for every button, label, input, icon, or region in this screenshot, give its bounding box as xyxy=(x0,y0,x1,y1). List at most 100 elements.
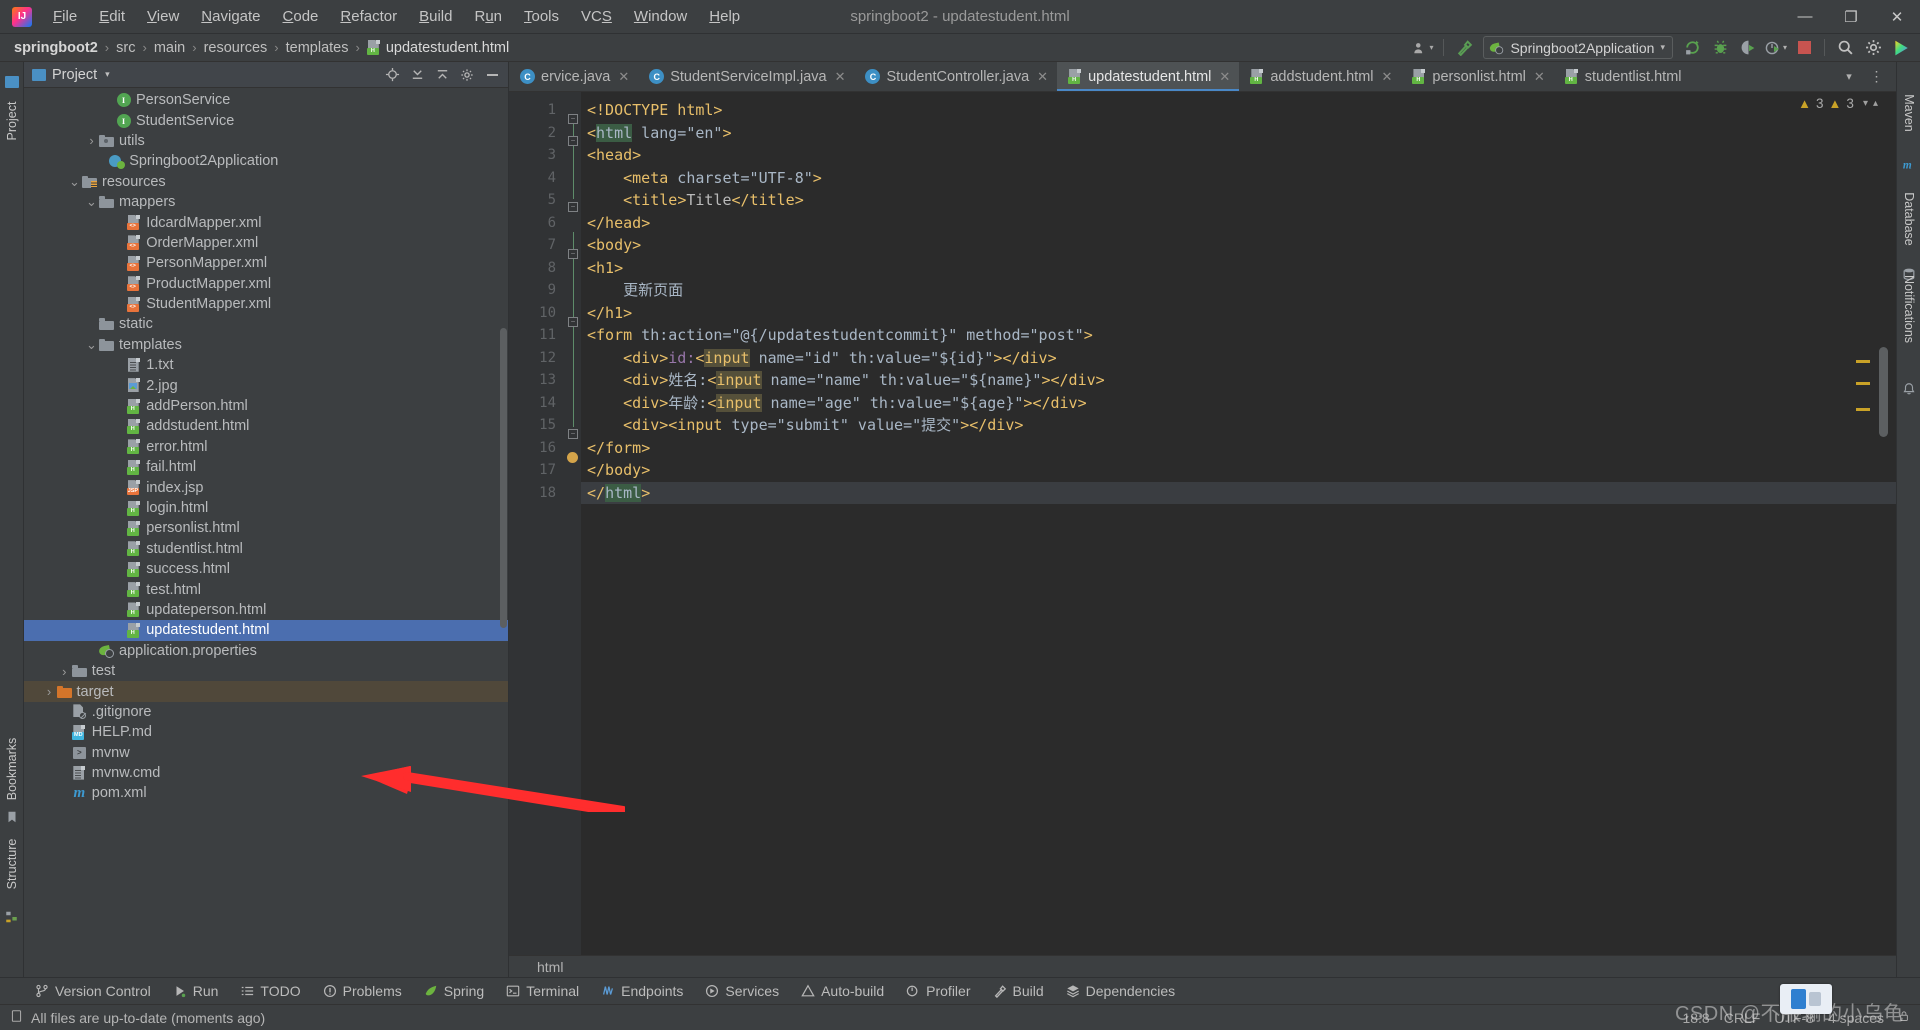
maximize-button[interactable]: ❐ xyxy=(1828,0,1874,33)
close-tab-icon[interactable]: ✕ xyxy=(1534,69,1545,85)
tree-node-resources[interactable]: ⌄ resources xyxy=(24,172,508,192)
tool-window-version-control[interactable]: Version Control xyxy=(24,981,162,1001)
editor-tab-updatestudent-html[interactable]: Hupdatestudent.html ✕ xyxy=(1057,62,1240,91)
breadcrumb-item-src[interactable]: src xyxy=(112,38,139,58)
code-line[interactable]: <div>id:<input name="id" th:value="${id}… xyxy=(581,347,1896,370)
tree-node-2-jpg[interactable]: 2.jpg xyxy=(24,375,508,395)
menu-run[interactable]: Run xyxy=(463,4,513,30)
code-folding-gutter[interactable]: − − − − − − xyxy=(565,92,581,955)
tree-node-error-html[interactable]: Herror.html xyxy=(24,437,508,457)
tree-node-updatestudent-html[interactable]: Hupdatestudent.html xyxy=(24,620,508,641)
breadcrumb-item-main[interactable]: main xyxy=(150,38,189,58)
lock-icon[interactable] xyxy=(1898,1009,1910,1026)
profiler-icon[interactable]: ▾ xyxy=(1763,36,1789,60)
tree-node-static[interactable]: static xyxy=(24,314,508,334)
editor-tab-ervice-java[interactable]: Cervice.java ✕ xyxy=(509,62,638,91)
breadcrumb-item-resources[interactable]: resources xyxy=(200,38,272,58)
tree-node-addstudent-html[interactable]: Haddstudent.html xyxy=(24,416,508,436)
code-line[interactable]: </body> xyxy=(581,459,1896,482)
search-icon[interactable] xyxy=(1832,36,1858,60)
close-tab-icon[interactable]: ✕ xyxy=(1382,69,1393,85)
menu-navigate[interactable]: Navigate xyxy=(190,4,271,30)
sidebar-item-maven[interactable]: Maven xyxy=(1902,77,1916,149)
code-line[interactable]: </form> xyxy=(581,437,1896,460)
menu-code[interactable]: Code xyxy=(272,4,330,30)
warning-marker[interactable] xyxy=(1856,360,1870,363)
run-configuration-selector[interactable]: Springboot2Application ▾ xyxy=(1483,36,1673,59)
tree-node-studentlist-html[interactable]: Hstudentlist.html xyxy=(24,539,508,559)
warning-marker[interactable] xyxy=(1856,382,1870,385)
tree-node-mappers[interactable]: ⌄ mappers xyxy=(24,192,508,212)
tool-window-run[interactable]: Run xyxy=(162,981,230,1001)
code-line[interactable]: <div>年龄:<input name="age" th:value="${ag… xyxy=(581,392,1896,415)
editor-tab-personlist-html[interactable]: Hpersonlist.html ✕ xyxy=(1401,62,1553,91)
tree-node-ordermapper-xml[interactable]: <> OrderMapper.xml xyxy=(24,233,508,253)
tree-node-utils[interactable]: › utils xyxy=(24,131,508,151)
fold-marker[interactable]: − xyxy=(568,249,578,259)
chevron-down-icon[interactable]: ▾ xyxy=(1836,65,1862,89)
chevron-down-icon[interactable]: ▾ xyxy=(105,69,110,80)
rerun-icon[interactable] xyxy=(1679,36,1705,60)
breadcrumb-item-file[interactable]: H updatestudent.html xyxy=(363,38,513,58)
chevron-down-icon[interactable]: ⌄ xyxy=(85,194,98,210)
fold-marker[interactable]: − xyxy=(568,202,578,212)
breakpoint-icon[interactable] xyxy=(567,452,578,463)
caret-position[interactable]: 18:8 xyxy=(1682,1010,1709,1026)
minimize-button[interactable]: — xyxy=(1782,0,1828,33)
debug-bug-icon[interactable] xyxy=(1707,36,1733,60)
menu-refactor[interactable]: Refactor xyxy=(329,4,408,30)
ide-assistant-icon[interactable] xyxy=(1888,36,1914,60)
chevron-down-icon[interactable]: ⌄ xyxy=(68,174,81,190)
code-line[interactable]: <meta charset="UTF-8"> xyxy=(581,167,1896,190)
editor-tab-studentcontroller-java[interactable]: C StudentController.java ✕ xyxy=(854,62,1057,91)
tree-node-help-md[interactable]: MD HELP.md xyxy=(24,722,508,742)
tree-node-updateperson-html[interactable]: Hupdateperson.html xyxy=(24,600,508,620)
sidebar-item-notifications[interactable]: Notifications xyxy=(1902,257,1916,361)
code-editor[interactable]: 1 2 3 4 5 6 7 8 9 10 11 12 13 14 15 16 17 18 − − − − − − … xyxy=(509,92,1896,955)
close-tab-icon[interactable]: ✕ xyxy=(835,69,846,85)
collapse-all-icon[interactable] xyxy=(430,64,454,86)
tool-window-problems[interactable]: Problems xyxy=(312,981,413,1001)
sidebar-item-database[interactable]: Database xyxy=(1902,181,1916,257)
code-line[interactable]: <body> xyxy=(581,234,1896,257)
chevron-right-icon[interactable]: › xyxy=(58,664,71,679)
tree-node--gitignore[interactable]: .gitignore xyxy=(24,702,508,722)
sidebar-item-bookmarks[interactable]: Bookmarks xyxy=(5,733,19,805)
tool-window-build[interactable]: Build xyxy=(982,981,1055,1001)
code-line[interactable]: </h1> xyxy=(581,302,1896,325)
code-line[interactable]: <!DOCTYPE html> xyxy=(581,99,1896,122)
close-button[interactable]: ✕ xyxy=(1874,0,1920,33)
tree-node-index-jsp[interactable]: JSP index.jsp xyxy=(24,477,508,497)
tree-node-personmapper-xml[interactable]: <> PersonMapper.xml xyxy=(24,253,508,273)
tree-node-1-txt[interactable]: 1.txt xyxy=(24,355,508,375)
chevron-up-icon[interactable]: ▴ xyxy=(1873,98,1878,109)
editor-scrollbar[interactable] xyxy=(1878,347,1888,437)
sidebar-item-project[interactable]: Project xyxy=(5,85,19,157)
settings-gear-icon[interactable] xyxy=(1860,36,1886,60)
code-line[interactable]: <div>姓名:<input name="name" th:value="${n… xyxy=(581,369,1896,392)
fold-marker[interactable]: − xyxy=(568,429,578,439)
menu-build[interactable]: Build xyxy=(408,4,463,30)
inspection-widget[interactable]: ▲ 3 ▲ 3 ▾ ▴ xyxy=(1798,96,1878,111)
tree-node-mvnw-cmd[interactable]: mvnw.cmd xyxy=(24,763,508,783)
settings-gear-icon[interactable] xyxy=(455,64,479,86)
chevron-right-icon[interactable]: › xyxy=(85,133,98,148)
tree-node-templates[interactable]: ⌄ templates xyxy=(24,335,508,355)
menu-help[interactable]: Help xyxy=(698,4,751,30)
breadcrumb-item-project[interactable]: springboot2 xyxy=(10,38,102,58)
close-tab-icon[interactable]: ✕ xyxy=(1219,69,1230,85)
tool-window-terminal[interactable]: Terminal xyxy=(495,981,590,1001)
tree-node-test[interactable]: › test xyxy=(24,661,508,681)
warning-marker[interactable] xyxy=(1856,408,1870,411)
code-line[interactable]: <form th:action="@{/updatestudentcommit}… xyxy=(581,324,1896,347)
chevron-down-icon[interactable]: ⌄ xyxy=(85,337,98,353)
chevron-right-icon[interactable]: › xyxy=(43,684,56,699)
menu-vcs[interactable]: VCS xyxy=(570,4,623,30)
code-content[interactable]: <!DOCTYPE html> <html lang="en"> <head> <m… xyxy=(581,92,1896,955)
fold-marker[interactable]: − xyxy=(568,114,578,124)
tree-node-personlist-html[interactable]: Hpersonlist.html xyxy=(24,518,508,538)
stop-icon[interactable] xyxy=(1791,36,1817,60)
tree-node-fail-html[interactable]: Hfail.html xyxy=(24,457,508,477)
code-line[interactable]: </html> xyxy=(581,481,1896,504)
menu-file[interactable]: File xyxy=(42,4,88,30)
